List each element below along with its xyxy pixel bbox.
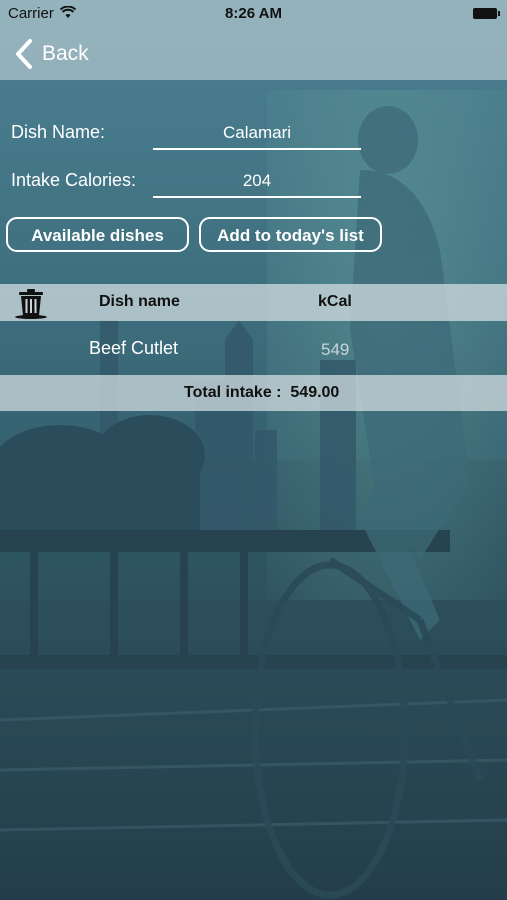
dish-name-label: Dish Name: [11, 122, 106, 142]
navigation-bar: Back [0, 28, 507, 80]
total-intake-label: Total intake : [184, 384, 282, 401]
total-intake-bar: Total intake : 549.00 [0, 375, 507, 411]
dish-name-field[interactable] [153, 118, 361, 150]
dish-name-cell: Beef Cutlet [89, 338, 179, 358]
kcal-cell: 549 [321, 340, 350, 359]
chevron-left-icon [16, 39, 32, 69]
clock: 8:26 AM [225, 5, 282, 22]
back-label: Back [42, 42, 89, 65]
total-intake-text: Total intake : 549.00 [184, 384, 339, 402]
column-header-dish-name: Dish name [99, 293, 180, 310]
battery-icon [473, 8, 500, 19]
status-bar: Carrier 8:26 AM [0, 0, 507, 28]
add-to-list-button[interactable]: Add to today's list [199, 217, 382, 252]
available-dishes-button[interactable]: Available dishes [6, 217, 189, 252]
table-header: Dish name kCal [0, 284, 507, 321]
trash-icon[interactable] [14, 286, 48, 320]
back-button[interactable]: Back [12, 36, 89, 72]
column-header-kcal: kCal [318, 293, 352, 310]
table-row[interactable]: Beef Cutlet 549 [0, 324, 507, 372]
intake-calories-label: Intake Calories: [11, 170, 137, 190]
total-intake-value: 549.00 [290, 384, 340, 401]
intake-calories-field[interactable] [153, 166, 361, 198]
